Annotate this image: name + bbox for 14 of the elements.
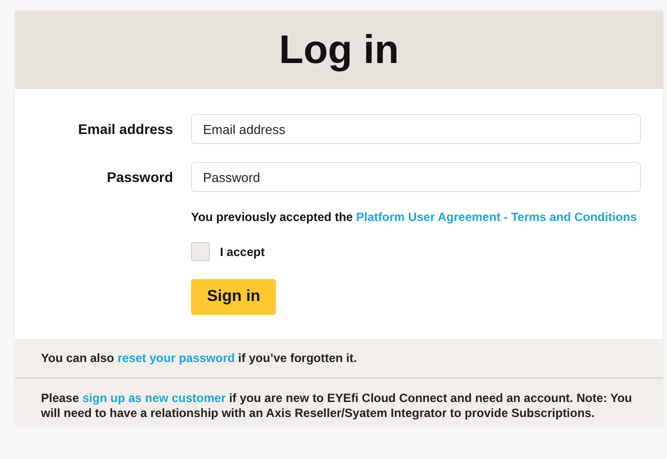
accept-label: I accept [220,244,265,258]
field-label: Email address [77,121,173,137]
password-field[interactable]: Password [191,162,641,192]
page-title: Log in [15,11,663,89]
agreement-text: You previously accepted the Platform User Agreement - Terms and Conditions [191,210,638,224]
sign-in-button[interactable]: Sign in [191,279,276,315]
email-field[interactable]: Email address [191,114,641,144]
info-note: Please sign up as new customer if you are new to EYEfi Cloud Connect and need an account. Note: You will need to have a relationship with an Axis Reseller/Syatem Integrator to provide Subscriptions. [15,376,663,426]
note-link[interactable]: reset your password [117,351,235,365]
accept-checkbox[interactable] [191,242,210,261]
info-note: You can also reset your password if you’ve forgotten it. [15,339,663,377]
agreement-link[interactable]: Platform User Agreement - Terms and Conditions [356,210,637,224]
note-link[interactable]: sign up as new customer [82,390,226,405]
field-label: Password [106,169,173,185]
